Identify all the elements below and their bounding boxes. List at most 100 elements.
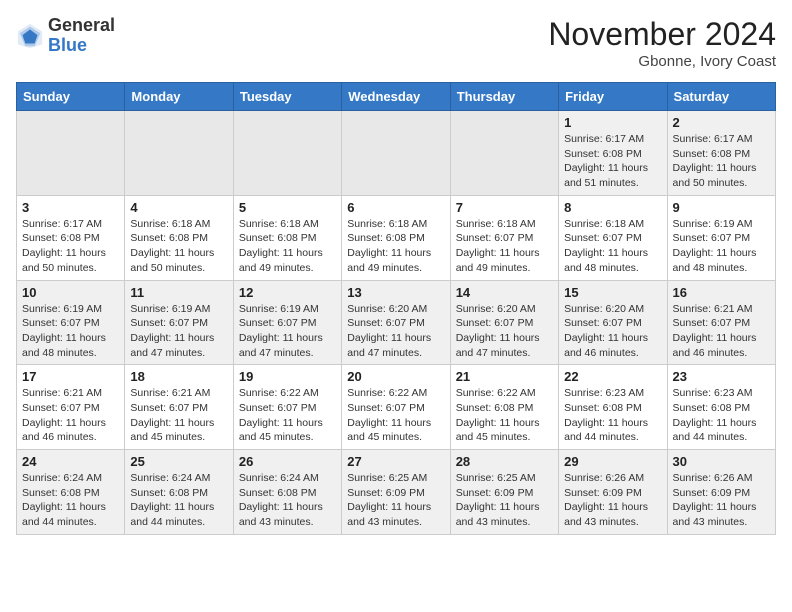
calendar-cell: 12Sunrise: 6:19 AMSunset: 6:07 PMDayligh…: [233, 280, 341, 365]
day-info: Sunrise: 6:21 AMSunset: 6:07 PMDaylight:…: [130, 386, 227, 445]
day-info: Sunrise: 6:22 AMSunset: 6:08 PMDaylight:…: [456, 386, 553, 445]
weekday-header-tuesday: Tuesday: [233, 83, 341, 111]
calendar-cell: 25Sunrise: 6:24 AMSunset: 6:08 PMDayligh…: [125, 450, 233, 535]
day-number: 5: [239, 200, 336, 215]
day-info: Sunrise: 6:19 AMSunset: 6:07 PMDaylight:…: [130, 302, 227, 361]
weekday-header-wednesday: Wednesday: [342, 83, 450, 111]
day-number: 21: [456, 369, 553, 384]
calendar-cell: 6 Sunrise: 6:18 AMSunset: 6:08 PMDaylight…: [342, 195, 450, 280]
day-info: Sunrise: 6:23 AMSunset: 6:08 PMDaylight:…: [564, 386, 661, 445]
calendar-cell: 28 Sunrise: 6:25 AMSunset: 6:09 PMDayligh…: [450, 450, 558, 535]
calendar-cell: [17, 111, 125, 196]
day-number: 26: [239, 454, 336, 469]
day-info: Sunrise: 6:22 AMSunset: 6:07 PMDaylight:…: [347, 386, 444, 445]
calendar-cell: [342, 111, 450, 196]
calendar-week-row: 10 Sunrise: 6:19 AMSunset: 6:07 PMDayligh…: [17, 280, 776, 365]
calendar-week-row: 17Sunrise: 6:21 AMSunset: 6:07 PMDayligh…: [17, 365, 776, 450]
day-info: Sunrise: 6:23 AMSunset: 6:08 PMDaylight:…: [673, 386, 770, 445]
day-number: 9: [673, 200, 770, 215]
calendar-cell: 27Sunrise: 6:25 AMSunset: 6:09 PMDayligh…: [342, 450, 450, 535]
day-number: 7: [456, 200, 553, 215]
day-number: 8: [564, 200, 661, 215]
day-info: Sunrise: 6:18 AMSunset: 6:08 PMDaylight:…: [347, 217, 444, 276]
calendar-week-row: 3 Sunrise: 6:17 AMSunset: 6:08 PMDaylight…: [17, 195, 776, 280]
day-number: 12: [239, 285, 336, 300]
calendar-cell: 24Sunrise: 6:24 AMSunset: 6:08 PMDayligh…: [17, 450, 125, 535]
day-info: Sunrise: 6:21 AMSunset: 6:07 PMDaylight:…: [673, 302, 770, 361]
day-number: 23: [673, 369, 770, 384]
day-info: Sunrise: 6:17 AMSunset: 6:08 PMDaylight:…: [22, 217, 119, 276]
day-number: 6: [347, 200, 444, 215]
calendar-cell: 13 Sunrise: 6:20 AMSunset: 6:07 PMDayligh…: [342, 280, 450, 365]
day-info: Sunrise: 6:19 AMSunset: 6:07 PMDaylight:…: [673, 217, 770, 276]
day-info: Sunrise: 6:19 AMSunset: 6:07 PMDaylight:…: [22, 302, 119, 361]
day-info: Sunrise: 6:26 AMSunset: 6:09 PMDaylight:…: [564, 471, 661, 530]
day-info: Sunrise: 6:24 AMSunset: 6:08 PMDaylight:…: [130, 471, 227, 530]
calendar-cell: 9 Sunrise: 6:19 AMSunset: 6:07 PMDaylight…: [667, 195, 775, 280]
day-info: Sunrise: 6:20 AMSunset: 6:07 PMDaylight:…: [347, 302, 444, 361]
day-number: 11: [130, 285, 227, 300]
day-number: 3: [22, 200, 119, 215]
page-header: General Blue November 2024 Gbonne, Ivory…: [16, 16, 776, 70]
day-number: 14: [456, 285, 553, 300]
day-number: 2: [673, 115, 770, 130]
calendar-cell: 20 Sunrise: 6:22 AMSunset: 6:07 PMDayligh…: [342, 365, 450, 450]
calendar-cell: 29 Sunrise: 6:26 AMSunset: 6:09 PMDayligh…: [559, 450, 667, 535]
calendar-cell: [233, 111, 341, 196]
day-number: 18: [130, 369, 227, 384]
calendar-cell: [450, 111, 558, 196]
day-info: Sunrise: 6:24 AMSunset: 6:08 PMDaylight:…: [239, 471, 336, 530]
calendar-cell: [125, 111, 233, 196]
logo: General Blue: [16, 16, 115, 56]
day-number: 22: [564, 369, 661, 384]
day-info: Sunrise: 6:22 AMSunset: 6:07 PMDaylight:…: [239, 386, 336, 445]
calendar-cell: 8Sunrise: 6:18 AMSunset: 6:07 PMDaylight…: [559, 195, 667, 280]
day-info: Sunrise: 6:18 AMSunset: 6:08 PMDaylight:…: [239, 217, 336, 276]
calendar-cell: 30 Sunrise: 6:26 AMSunset: 6:09 PMDayligh…: [667, 450, 775, 535]
day-number: 16: [673, 285, 770, 300]
day-number: 10: [22, 285, 119, 300]
weekday-header-monday: Monday: [125, 83, 233, 111]
day-info: Sunrise: 6:21 AMSunset: 6:07 PMDaylight:…: [22, 386, 119, 445]
calendar-cell: 10 Sunrise: 6:19 AMSunset: 6:07 PMDayligh…: [17, 280, 125, 365]
day-number: 29: [564, 454, 661, 469]
logo-text: General Blue: [48, 16, 115, 56]
title-block: November 2024 Gbonne, Ivory Coast: [548, 16, 776, 70]
day-info: Sunrise: 6:24 AMSunset: 6:08 PMDaylight:…: [22, 471, 119, 530]
day-info: Sunrise: 6:20 AMSunset: 6:07 PMDaylight:…: [456, 302, 553, 361]
calendar-table: SundayMondayTuesdayWednesdayThursdayFrid…: [16, 82, 776, 535]
day-info: Sunrise: 6:25 AMSunset: 6:09 PMDaylight:…: [456, 471, 553, 530]
logo-icon: [16, 22, 44, 50]
weekday-header-thursday: Thursday: [450, 83, 558, 111]
location-subtitle: Gbonne, Ivory Coast: [548, 53, 776, 70]
calendar-cell: 7 Sunrise: 6:18 AMSunset: 6:07 PMDaylight…: [450, 195, 558, 280]
day-info: Sunrise: 6:20 AMSunset: 6:07 PMDaylight:…: [564, 302, 661, 361]
day-info: Sunrise: 6:26 AMSunset: 6:09 PMDaylight:…: [673, 471, 770, 530]
calendar-cell: 23 Sunrise: 6:23 AMSunset: 6:08 PMDayligh…: [667, 365, 775, 450]
calendar-cell: 18 Sunrise: 6:21 AMSunset: 6:07 PMDayligh…: [125, 365, 233, 450]
day-number: 1: [564, 115, 661, 130]
calendar-cell: 2Sunrise: 6:17 AMSunset: 6:08 PMDaylight…: [667, 111, 775, 196]
calendar-cell: 21 Sunrise: 6:22 AMSunset: 6:08 PMDayligh…: [450, 365, 558, 450]
calendar-cell: 11 Sunrise: 6:19 AMSunset: 6:07 PMDayligh…: [125, 280, 233, 365]
calendar-cell: 26 Sunrise: 6:24 AMSunset: 6:08 PMDayligh…: [233, 450, 341, 535]
day-number: 28: [456, 454, 553, 469]
calendar-cell: 22 Sunrise: 6:23 AMSunset: 6:08 PMDayligh…: [559, 365, 667, 450]
day-number: 4: [130, 200, 227, 215]
calendar-cell: 4Sunrise: 6:18 AMSunset: 6:08 PMDaylight…: [125, 195, 233, 280]
calendar-cell: 16 Sunrise: 6:21 AMSunset: 6:07 PMDayligh…: [667, 280, 775, 365]
calendar-cell: 5 Sunrise: 6:18 AMSunset: 6:08 PMDaylight…: [233, 195, 341, 280]
calendar-cell: 14 Sunrise: 6:20 AMSunset: 6:07 PMDayligh…: [450, 280, 558, 365]
calendar-cell: 17Sunrise: 6:21 AMSunset: 6:07 PMDayligh…: [17, 365, 125, 450]
day-number: 13: [347, 285, 444, 300]
calendar-week-row: 1Sunrise: 6:17 AMSunset: 6:08 PMDaylight…: [17, 111, 776, 196]
weekday-header-saturday: Saturday: [667, 83, 775, 111]
day-number: 19: [239, 369, 336, 384]
calendar-cell: 3 Sunrise: 6:17 AMSunset: 6:08 PMDaylight…: [17, 195, 125, 280]
calendar-cell: 1Sunrise: 6:17 AMSunset: 6:08 PMDaylight…: [559, 111, 667, 196]
day-number: 30: [673, 454, 770, 469]
calendar-cell: 19 Sunrise: 6:22 AMSunset: 6:07 PMDayligh…: [233, 365, 341, 450]
day-info: Sunrise: 6:18 AMSunset: 6:07 PMDaylight:…: [456, 217, 553, 276]
calendar-cell: 15Sunrise: 6:20 AMSunset: 6:07 PMDayligh…: [559, 280, 667, 365]
day-number: 20: [347, 369, 444, 384]
